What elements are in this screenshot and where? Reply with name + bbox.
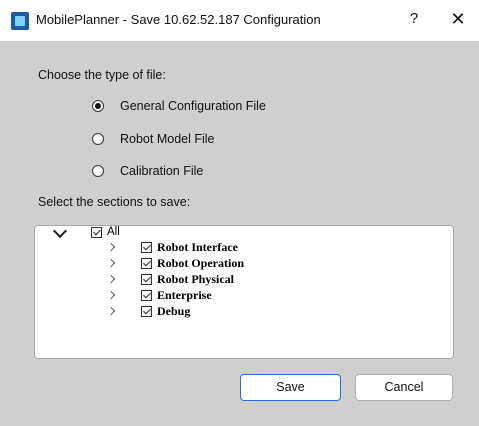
chevron-down-icon[interactable] (52, 223, 68, 239)
radio-general-configuration[interactable]: General Configuration File (92, 98, 292, 116)
radio-label: Robot Model File (120, 132, 215, 146)
dialog-content: Choose the type of file: General Configu… (0, 41, 479, 426)
cancel-button[interactable]: Cancel (355, 374, 453, 401)
title-bar: MobilePlanner - Save 10.62.52.187 Config… (0, 0, 479, 41)
save-configuration-dialog: MobilePlanner - Save 10.62.52.187 Config… (0, 0, 479, 426)
tree-item-robot-physical[interactable]: Robot Physical (157, 272, 234, 287)
close-button[interactable]: ✕ (447, 8, 469, 30)
sections-label: Select the sections to save: (38, 195, 191, 209)
help-button[interactable]: ? (404, 9, 424, 29)
tree-item-debug[interactable]: Debug (157, 304, 190, 319)
checkbox-robot-physical[interactable] (141, 274, 152, 285)
checkbox-debug[interactable] (141, 306, 152, 317)
chevron-right-icon[interactable] (106, 306, 116, 316)
checkbox-robot-interface[interactable] (141, 242, 152, 253)
radio-selected-indicator[interactable] (92, 100, 104, 112)
radio-indicator[interactable] (92, 165, 104, 177)
tree-item-robot-interface[interactable]: Robot Interface (157, 240, 238, 255)
checkbox-robot-operation[interactable] (141, 258, 152, 269)
tree-item-enterprise[interactable]: Enterprise (157, 288, 212, 303)
checkbox-all[interactable] (91, 227, 102, 238)
mobileplanner-app-icon (11, 12, 29, 30)
radio-indicator[interactable] (92, 133, 104, 145)
tree-item-all-label: All (107, 226, 120, 238)
sections-tree: All Robot Interface Robot Operation Robo… (34, 223, 454, 359)
file-type-label: Choose the type of file: (38, 68, 166, 82)
radio-calibration[interactable]: Calibration File (92, 163, 292, 181)
chevron-right-icon[interactable] (106, 258, 116, 268)
radio-label: General Configuration File (120, 99, 266, 113)
chevron-right-icon[interactable] (106, 242, 116, 252)
window-title: MobilePlanner - Save 10.62.52.187 Config… (36, 12, 321, 27)
save-button[interactable]: Save (240, 374, 341, 401)
chevron-right-icon[interactable] (106, 274, 116, 284)
chevron-right-icon[interactable] (106, 290, 116, 300)
tree-item-robot-operation[interactable]: Robot Operation (157, 256, 244, 271)
radio-label: Calibration File (120, 164, 204, 178)
checkbox-enterprise[interactable] (141, 290, 152, 301)
radio-robot-model[interactable]: Robot Model File (92, 131, 292, 149)
